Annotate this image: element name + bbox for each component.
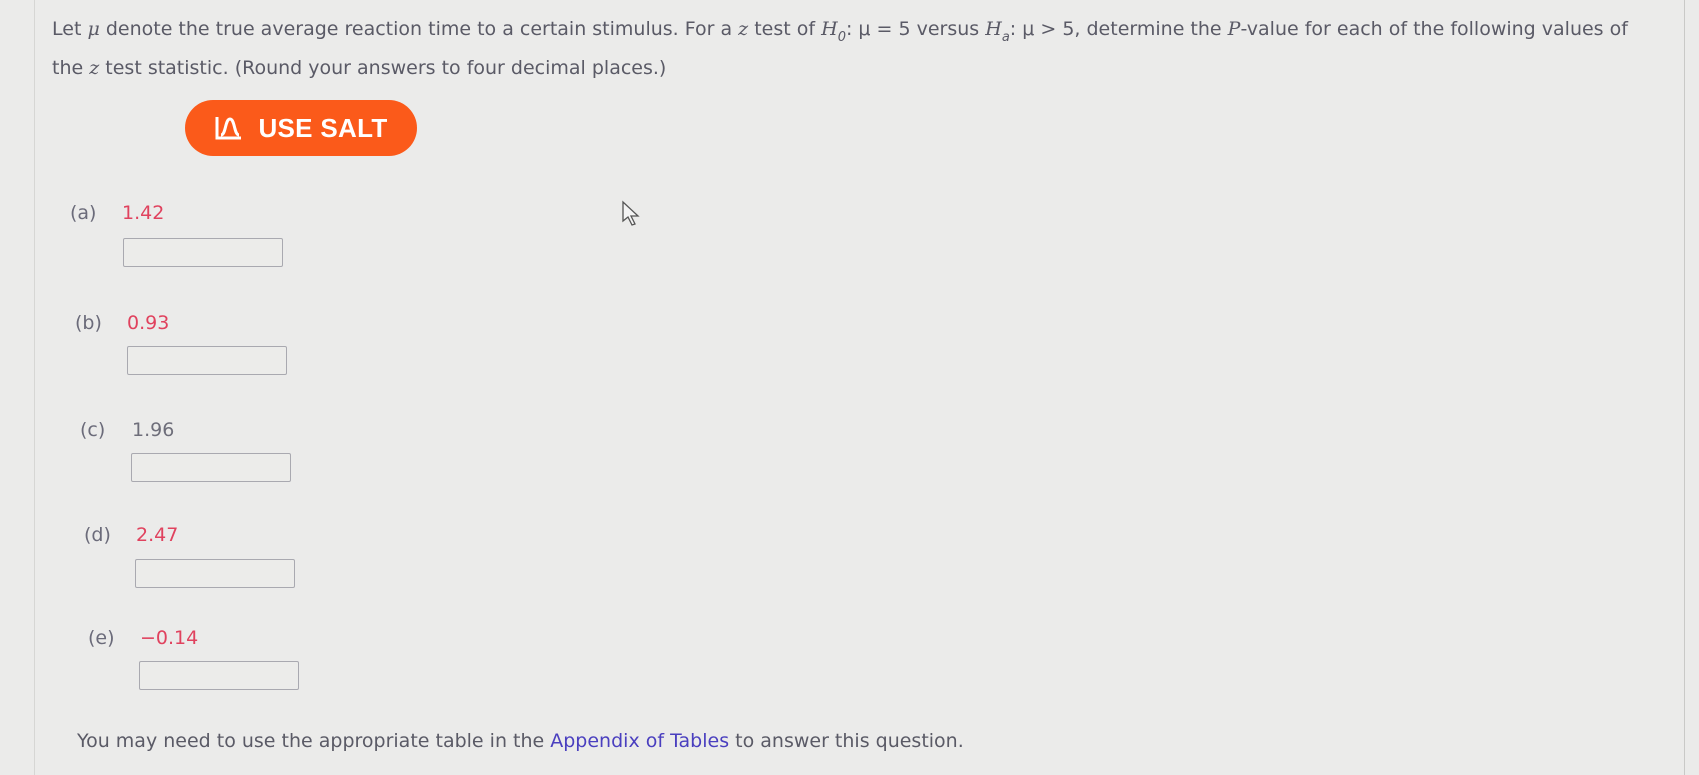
answer-input-d[interactable] — [135, 559, 295, 588]
footer-note: You may need to use the appropriate tabl… — [77, 730, 964, 752]
answer-input-a[interactable] — [123, 238, 283, 267]
z-value: 1.96 — [132, 419, 175, 441]
z-value: −0.14 — [140, 627, 199, 649]
appendix-of-tables-link[interactable]: Appendix of Tables — [550, 730, 729, 752]
page-right-edge — [1684, 0, 1685, 775]
question-text: Let μ denote the true average reaction t… — [52, 18, 1628, 79]
page-left-edge — [34, 0, 35, 775]
answer-input-c[interactable] — [131, 453, 291, 482]
part-b: (b) 0.93 — [75, 312, 170, 334]
part-d: (d) 2.47 — [84, 524, 179, 546]
part-c: (c) 1.96 — [80, 419, 175, 441]
part-e: (e) −0.14 — [88, 627, 199, 649]
answer-input-e[interactable] — [139, 661, 299, 690]
normal-curve-icon — [215, 117, 242, 140]
z-value: 2.47 — [136, 524, 179, 546]
mouse-cursor-icon — [622, 200, 640, 226]
use-salt-button[interactable]: USE SALT — [185, 100, 417, 156]
z-value: 0.93 — [127, 312, 170, 334]
answer-input-b[interactable] — [127, 346, 287, 375]
z-value: 1.42 — [122, 202, 165, 224]
part-a: (a) 1.42 — [70, 202, 165, 224]
